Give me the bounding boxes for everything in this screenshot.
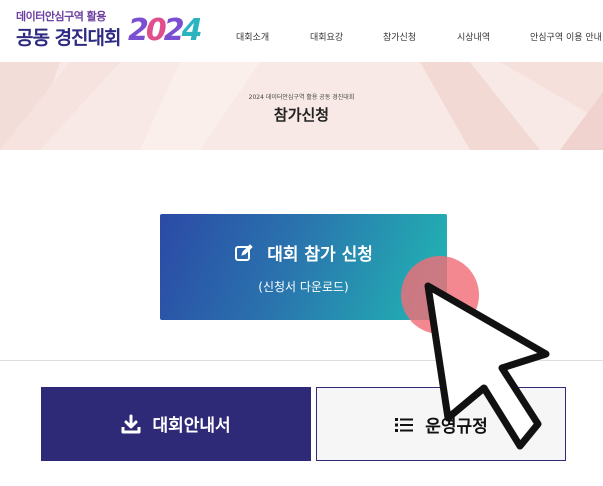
apply-button-title: 대회 참가 신청: [267, 245, 373, 265]
site-header: 데이터안심구역 활용 공동 경진대회 2024 대회소개 대회요강 참가신청 시…: [0, 0, 603, 62]
page-banner: 2024 데이터안심구역 활용 공동 경진대회 참가신청: [0, 62, 603, 150]
nav-item-usage-guide[interactable]: 안심구역 이용 안내: [530, 30, 602, 43]
mouse-pointer-icon: [424, 282, 550, 450]
guide-download-label: 대회안내서: [152, 416, 231, 436]
apply-button-row: 대회 참가 신청: [160, 240, 447, 265]
nav-item-awards[interactable]: 시상내역: [457, 30, 490, 43]
guide-download-button[interactable]: 대회안내서: [41, 387, 311, 461]
nav-item-intro[interactable]: 대회소개: [236, 30, 269, 43]
nav-item-guidelines[interactable]: 대회요강: [310, 30, 343, 43]
nav-item-apply[interactable]: 참가신청: [383, 30, 416, 43]
list-icon: [394, 415, 414, 435]
main-nav: 대회소개 대회요강 참가신청 시상내역 안심구역 이용 안내: [236, 30, 603, 46]
logo-small-text: 데이터안심구역 활용: [16, 10, 106, 23]
page-title: 참가신청: [273, 106, 330, 124]
edit-icon: [234, 243, 254, 263]
logo[interactable]: 데이터안심구역 활용 공동 경진대회 2024: [16, 8, 202, 52]
download-icon: [121, 414, 141, 434]
banner-subtitle: 2024 데이터안심구역 활용 공동 경진대회: [248, 94, 355, 101]
logo-main-text: 공동 경진대회: [16, 27, 121, 49]
logo-year: 2024: [128, 13, 202, 48]
